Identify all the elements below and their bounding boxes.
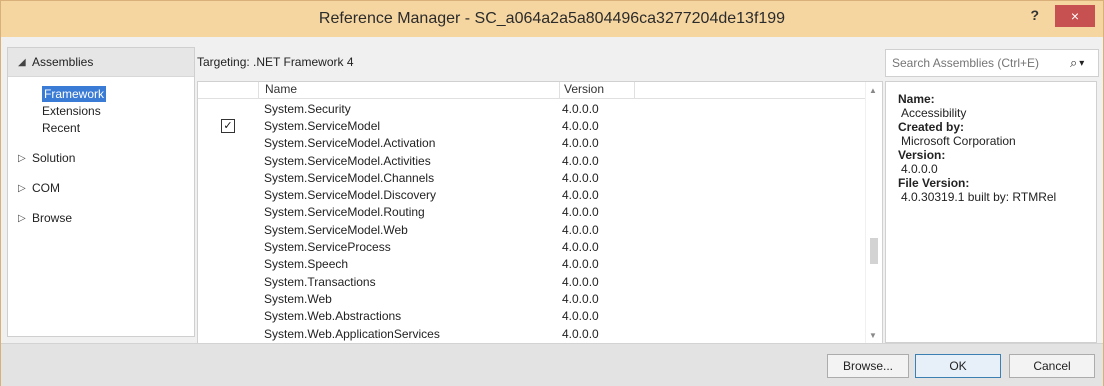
- table-row[interactable]: System.Security 4.0.0.0: [198, 100, 866, 117]
- assembly-name: System.ServiceModel.Activities: [264, 153, 431, 168]
- tree-item-label: Framework: [42, 85, 107, 102]
- checkbox-column-header: [198, 82, 258, 98]
- grid-rows: System.Security 4.0.0.0 ✓ System.ServiceMod…: [198, 100, 866, 342]
- name-column-header[interactable]: Name: [258, 82, 560, 98]
- tree-node-label: Solution: [32, 151, 76, 165]
- ok-button[interactable]: OK: [915, 354, 1001, 378]
- row-checkbox[interactable]: ✓: [221, 118, 235, 133]
- close-icon: ×: [1070, 8, 1080, 24]
- reference-manager-window: Reference Manager - SC_a064a2a5a804496ca…: [0, 0, 1104, 386]
- assembly-name: System.Web: [264, 291, 332, 306]
- assembly-version: 4.0.0.0: [562, 326, 599, 341]
- assembly-name: System.Transactions: [264, 274, 376, 289]
- created-by-label: Created by:: [898, 120, 965, 134]
- assembly-name: System.ServiceModel.Web: [264, 222, 408, 237]
- browse-button[interactable]: Browse...: [827, 354, 909, 378]
- table-row[interactable]: System.ServiceModel.Routing 4.0.0.0: [198, 204, 866, 221]
- table-row[interactable]: System.ServiceModel.Activities 4.0.0.0: [198, 152, 866, 169]
- assembly-name: System.ServiceProcess: [264, 240, 391, 255]
- tree-node-solution[interactable]: ▷ Solution: [8, 144, 194, 172]
- assembly-name: System.ServiceModel.Routing: [264, 205, 425, 220]
- assemblies-grid: Name Version System.Security 4.0.0.0 ✓ Syst…: [197, 81, 883, 345]
- collapsed-arrow-icon: ▷: [18, 152, 26, 164]
- scroll-down-icon[interactable]: ▼: [869, 331, 877, 340]
- assembly-version: 4.0.0.0: [562, 240, 599, 255]
- assembly-version: 4.0.0.0: [562, 291, 599, 306]
- version-column-header[interactable]: Version: [560, 82, 635, 98]
- window-title: Reference Manager - SC_a064a2a5a804496ca…: [318, 10, 786, 27]
- table-row[interactable]: System.Web 4.0.0.0: [198, 290, 866, 307]
- tree-node-label: Browse: [32, 211, 73, 225]
- assembly-version: 4.0.0.0: [562, 205, 599, 220]
- tree-node-label: Assemblies: [32, 55, 94, 69]
- table-row[interactable]: System.Web.Abstractions 4.0.0.0: [198, 308, 866, 325]
- created-by-value: Microsoft Corporation: [901, 134, 1016, 148]
- assembly-name: System.ServiceModel.Discovery: [264, 188, 437, 203]
- search-icon[interactable]: ⌕: [1070, 55, 1077, 71]
- file-version-value: 4.0.30319.1 built by: RTMRel: [901, 190, 1057, 204]
- scroll-up-icon[interactable]: ▲: [869, 86, 877, 95]
- tree-item-label: Extensions: [42, 103, 101, 118]
- search-input[interactable]: [886, 55, 1064, 71]
- collapsed-arrow-icon: ▷: [18, 182, 26, 194]
- close-button[interactable]: ×: [1055, 5, 1095, 27]
- tree-item-extensions[interactable]: Extensions: [8, 102, 194, 119]
- table-row[interactable]: System.Web.ApplicationServices 4.0.0.0: [198, 325, 866, 342]
- table-row[interactable]: System.ServiceModel.Channels 4.0.0.0: [198, 169, 866, 186]
- assembly-name: System.Security: [264, 101, 351, 116]
- assembly-name: System.ServiceModel: [264, 118, 381, 133]
- assembly-version: 4.0.0.0: [562, 188, 599, 203]
- category-tree: ◢ Assemblies Framework Extensions Recent…: [7, 47, 195, 337]
- table-row[interactable]: System.ServiceModel.Discovery 4.0.0.0: [198, 186, 866, 203]
- version-label: Version:: [898, 148, 946, 162]
- tree-node-com[interactable]: ▷ COM: [8, 174, 194, 202]
- table-row[interactable]: System.ServiceProcess 4.0.0.0: [198, 238, 866, 255]
- collapsed-arrow-icon: ▷: [18, 212, 26, 224]
- name-label: Name:: [898, 92, 935, 106]
- button-bar: Browse... OK Cancel: [1, 343, 1103, 386]
- assembly-version: 4.0.0.0: [562, 170, 599, 185]
- assembly-version: 4.0.0.0: [562, 153, 599, 168]
- assembly-name: System.Web.Abstractions: [264, 309, 402, 324]
- assembly-version: 4.0.0.0: [562, 222, 599, 237]
- tree-item-recent[interactable]: Recent: [8, 119, 194, 136]
- assemblies-subitems: Framework Extensions Recent: [8, 77, 194, 144]
- help-icon[interactable]: ?: [1030, 7, 1039, 23]
- assembly-version: 4.0.0.0: [562, 101, 599, 116]
- tree-item-label: Recent: [42, 120, 81, 135]
- assembly-name: System.ServiceModel.Activation: [264, 136, 436, 151]
- cancel-button[interactable]: Cancel: [1009, 354, 1095, 378]
- assembly-version: 4.0.0.0: [562, 136, 599, 151]
- assembly-name: System.ServiceModel.Channels: [264, 170, 435, 185]
- search-box[interactable]: ⌕▾: [885, 49, 1099, 77]
- table-row[interactable]: System.ServiceModel.Activation 4.0.0.0: [198, 135, 866, 152]
- tree-node-browse[interactable]: ▷ Browse: [8, 204, 194, 232]
- assembly-name: System.Web.ApplicationServices: [264, 326, 440, 341]
- file-version-label: File Version:: [898, 176, 970, 190]
- scrollbar-thumb[interactable]: [870, 238, 878, 264]
- table-row[interactable]: System.ServiceModel.Web 4.0.0.0: [198, 221, 866, 238]
- table-row[interactable]: System.Transactions 4.0.0.0: [198, 273, 866, 290]
- name-value: Accessibility: [901, 106, 967, 120]
- assembly-version: 4.0.0.0: [562, 257, 599, 272]
- table-row[interactable]: ✓ System.ServiceModel 4.0.0.0: [198, 117, 866, 134]
- search-dropdown-icon[interactable]: ▾: [1079, 58, 1084, 69]
- assembly-version: 4.0.0.0: [562, 118, 599, 133]
- vertical-scrollbar[interactable]: ▲ ▼: [865, 82, 882, 344]
- table-row[interactable]: System.Speech 4.0.0.0: [198, 256, 866, 273]
- grid-header: Name Version: [198, 82, 882, 99]
- assembly-name: System.Speech: [264, 257, 349, 272]
- row-checkbox-cell: ✓: [198, 118, 258, 133]
- tree-node-assemblies[interactable]: ◢ Assemblies: [8, 48, 194, 77]
- tree-item-framework[interactable]: Framework: [8, 85, 194, 102]
- version-value: 4.0.0.0: [901, 162, 938, 176]
- assembly-version: 4.0.0.0: [562, 274, 599, 289]
- title-bar: Reference Manager - SC_a064a2a5a804496ca…: [1, 1, 1103, 37]
- assembly-version: 4.0.0.0: [562, 309, 599, 324]
- expanded-arrow-icon: ◢: [18, 56, 26, 68]
- details-pane: Name: Accessibility Created by: Microsof…: [885, 81, 1097, 343]
- tree-node-label: COM: [32, 181, 60, 195]
- targeting-label: Targeting: .NET Framework 4: [197, 55, 354, 69]
